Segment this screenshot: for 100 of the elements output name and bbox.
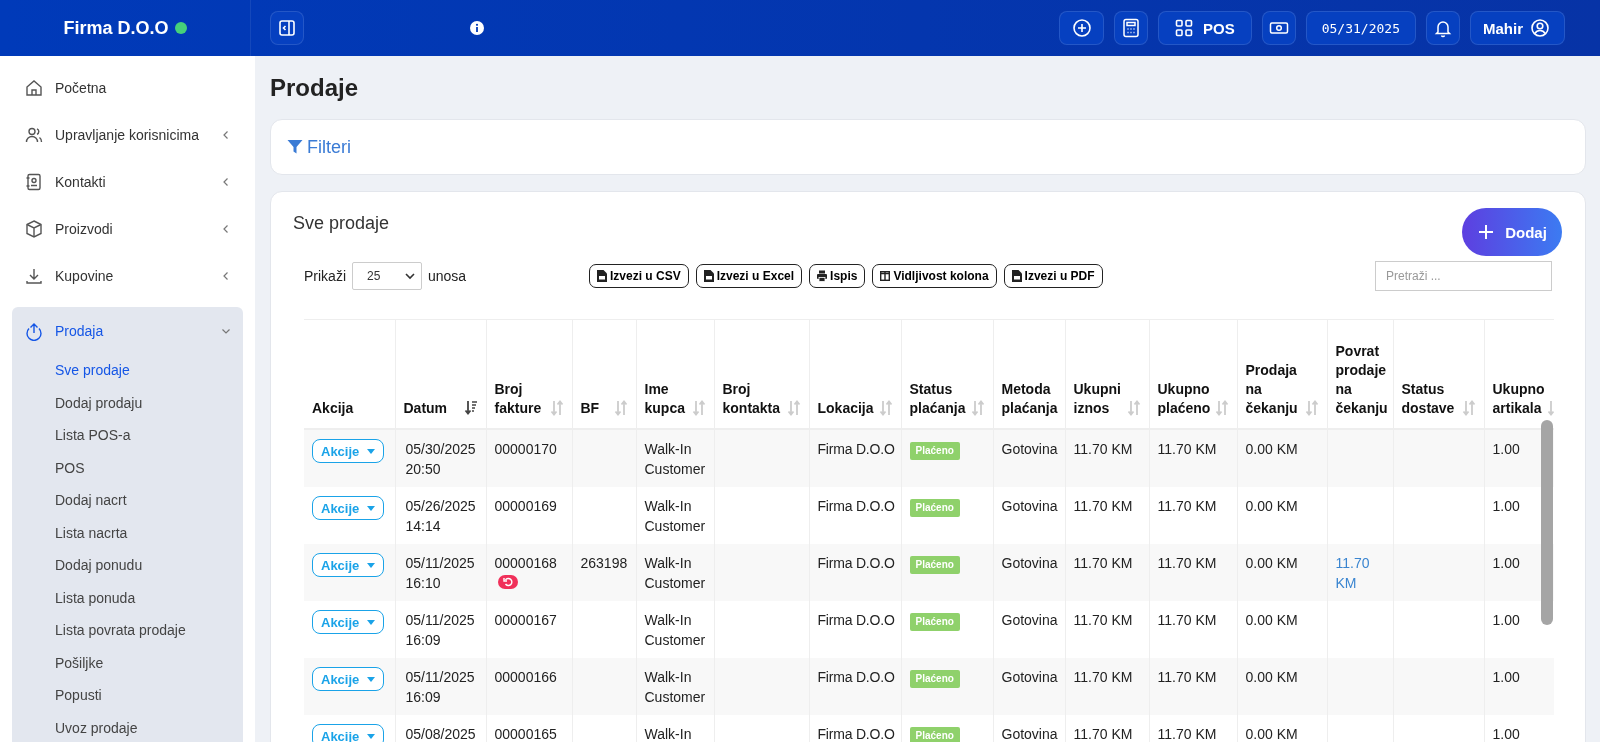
method-cell: Gotovina [1001,498,1058,514]
paid-status-badge: Plaćeno [909,499,960,517]
page-size-select[interactable]: 25 [352,262,422,290]
item-count-cell: 1.00 [1492,612,1520,628]
contact-card-icon [24,171,44,192]
caret-down-icon [367,562,376,568]
invoice-number-cell: 00000165 [494,726,557,742]
home-icon [24,77,44,98]
calculator-icon [1122,18,1140,38]
grid-icon [1175,19,1193,37]
submenu-item[interactable]: Dodaj nacrt [12,484,243,517]
caret-down-icon [367,676,376,682]
chevron-left-icon [221,129,231,140]
submenu-item[interactable]: Dodaj ponudu [12,549,243,582]
chevron-left-icon [221,176,231,187]
export-button[interactable]: Izvezi u Excel [695,264,803,288]
sort-icon [549,400,564,416]
submenu-item[interactable]: Popusti [12,679,243,712]
printer-icon [817,270,828,282]
date-cell: 05/11/2025 16:09 [405,669,475,705]
info-icon[interactable] [469,21,484,35]
total-cell: 11.70 KM [1073,441,1133,457]
item-count-cell: 1.00 [1492,555,1520,571]
calculator-button[interactable] [1114,11,1148,45]
paid-cell: 11.70 KM [1157,612,1217,628]
entries-label: unosa [428,268,467,284]
submenu-item[interactable]: Pošiljke [12,646,243,679]
add-sale-button[interactable]: Dodaj [1462,208,1562,256]
page-scrollbar-track[interactable] [1586,56,1600,742]
date-cell: 05/30/2025 20:50 [405,441,476,477]
export-button[interactable]: Izvezi u PDF [1003,264,1103,288]
item-count-cell: 1.00 [1492,726,1520,742]
sidebar-item[interactable]: Prodaja [12,307,243,354]
invoice-number-cell: 00000168 [494,555,557,571]
submenu-item[interactable]: Lista POS-a [12,419,243,452]
submenu-item[interactable]: POS [12,451,243,484]
export-button[interactable]: Vidljivost kolona [872,264,997,288]
sort-icon [970,400,985,416]
export-button[interactable]: Izvezi u CSV [589,264,689,288]
export-button[interactable]: Ispis [809,264,866,288]
date-button[interactable]: 05/31/2025 [1305,11,1416,45]
item-count-cell: 1.00 [1492,441,1520,457]
sidebar-item[interactable]: Kupovine [12,252,243,299]
submenu-item[interactable]: Lista povrata prodaje [12,614,243,647]
sidebar-item[interactable]: Upravljanje korisnicima [12,111,243,158]
notifications-button[interactable] [1426,11,1460,45]
method-cell: Gotovina [1001,441,1058,457]
submenu-item[interactable]: Dodaj prodaju [12,386,243,419]
invoice-number-cell: 00000167 [494,612,557,628]
total-cell: 11.70 KM [1073,612,1133,628]
search-field[interactable]: Pretraži ... [1375,261,1552,291]
cash-button[interactable] [1261,11,1296,45]
sort-icon [1461,400,1476,416]
plus-circle-icon [1071,18,1092,38]
customer-name-cell: Walk-In Customer [644,669,706,705]
pending-cell: 0.00 KM [1245,441,1298,457]
location-cell: Firma D.O.O [817,726,895,742]
bell-icon [1434,18,1452,38]
show-label: Prikaži [304,268,346,284]
columns-icon [880,270,891,282]
location-cell: Firma D.O.O [817,669,895,685]
sort-icon [1126,400,1141,416]
sort-icon [1304,400,1319,416]
sidebar-item[interactable]: Početna [12,64,243,111]
sort-descending-icon [463,400,478,416]
chevron-left-icon [221,223,231,234]
chevron-down-icon [405,272,415,280]
date-cell: 05/08/2025 [405,726,476,742]
total-cell: 11.70 KM [1073,555,1133,571]
file-icon [597,270,607,282]
banknote-icon [1268,20,1289,36]
item-count-cell: 1.00 [1492,669,1520,685]
user-menu-button[interactable]: Mahir [1470,11,1565,45]
scrollbar-thumb[interactable] [1541,420,1553,625]
sidebar-toggle-button[interactable] [270,11,304,45]
item-count-cell: 1.00 [1492,498,1520,514]
submenu-item[interactable]: Lista ponuda [12,581,243,614]
total-cell: 11.70 KM [1073,498,1133,514]
pos-button[interactable]: POS [1158,11,1252,45]
paid-status-badge: Plaćeno [909,670,960,688]
paid-status-badge: Plaćeno [909,556,960,574]
paid-cell: 11.70 KM [1157,669,1217,685]
caret-down-icon [367,448,376,454]
brand-name: Firma D.O.O [63,17,169,39]
location-cell: Firma D.O.O [817,498,895,514]
sidebar-item[interactable]: Kontakti [12,158,243,205]
sort-icon [1214,400,1229,416]
paid-cell: 11.70 KM [1157,441,1217,457]
pending-cell: 0.00 KM [1245,726,1298,742]
submenu-item[interactable]: Sve prodaje [12,354,243,387]
file-icon [1011,270,1022,282]
filters-toggle[interactable]: Filteri [287,136,351,158]
submenu-item[interactable]: Lista nacrta [12,516,243,549]
pending-cell: 0.00 KM [1245,555,1298,571]
sort-icon [691,400,706,416]
add-button[interactable] [1059,11,1104,45]
date-cell: 05/11/2025 16:09 [405,612,475,648]
submenu-item[interactable]: Uvoz prodaje [12,711,243,742]
sidebar-item[interactable]: Proizvodi [12,205,243,252]
date-cell: 05/26/2025 14:14 [405,498,476,534]
